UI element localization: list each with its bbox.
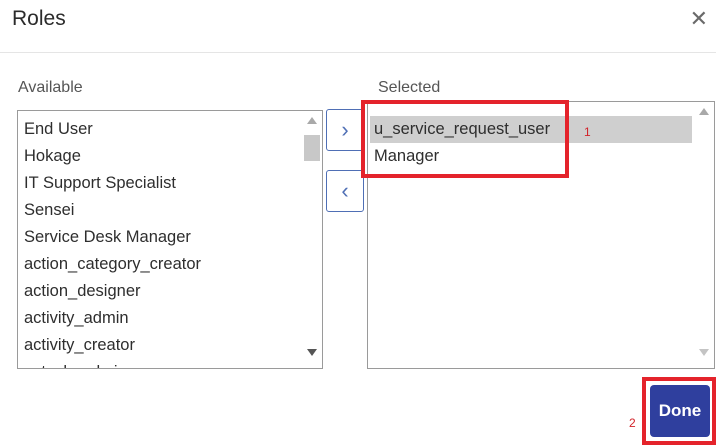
available-listbox[interactable]: End User Hokage IT Support Specialist Se… bbox=[17, 110, 323, 369]
close-icon[interactable]: ✕ bbox=[690, 8, 708, 30]
list-item[interactable]: Sensei bbox=[18, 197, 300, 224]
list-item[interactable]: End User bbox=[18, 116, 300, 143]
list-item[interactable]: activity_admin bbox=[18, 305, 300, 332]
scroll-up-icon[interactable] bbox=[307, 117, 317, 124]
annotation-marker-2: 2 bbox=[629, 416, 636, 430]
move-left-button[interactable]: ‹ bbox=[326, 170, 364, 212]
list-item[interactable]: IT Support Specialist bbox=[18, 170, 300, 197]
chevron-left-icon: ‹ bbox=[341, 178, 349, 203]
selected-label: Selected bbox=[378, 79, 441, 96]
chevron-right-icon: › bbox=[341, 117, 349, 142]
list-item[interactable]: Service Desk Manager bbox=[18, 224, 300, 251]
done-button[interactable]: Done bbox=[650, 385, 710, 437]
scroll-down-icon[interactable] bbox=[307, 349, 317, 356]
scroll-thumb[interactable] bbox=[304, 135, 320, 161]
list-item[interactable]: action_category_creator bbox=[18, 251, 300, 278]
list-item[interactable]: activity_creator bbox=[18, 332, 300, 359]
move-right-button[interactable]: › bbox=[326, 109, 364, 151]
list-item[interactable]: actsub_admin bbox=[18, 359, 300, 368]
list-item[interactable]: action_designer bbox=[18, 278, 300, 305]
available-scrollbar[interactable] bbox=[302, 111, 322, 368]
selected-scrollbar[interactable] bbox=[694, 102, 714, 368]
header-divider bbox=[0, 52, 716, 53]
available-label: Available bbox=[18, 79, 83, 96]
scroll-down-icon[interactable] bbox=[699, 349, 709, 356]
scroll-up-icon[interactable] bbox=[699, 108, 709, 115]
list-item[interactable]: Hokage bbox=[18, 143, 300, 170]
dialog-title: Roles bbox=[12, 7, 66, 30]
annotation-marker-1: 1 bbox=[584, 125, 591, 139]
annotation-box-1 bbox=[361, 100, 569, 178]
